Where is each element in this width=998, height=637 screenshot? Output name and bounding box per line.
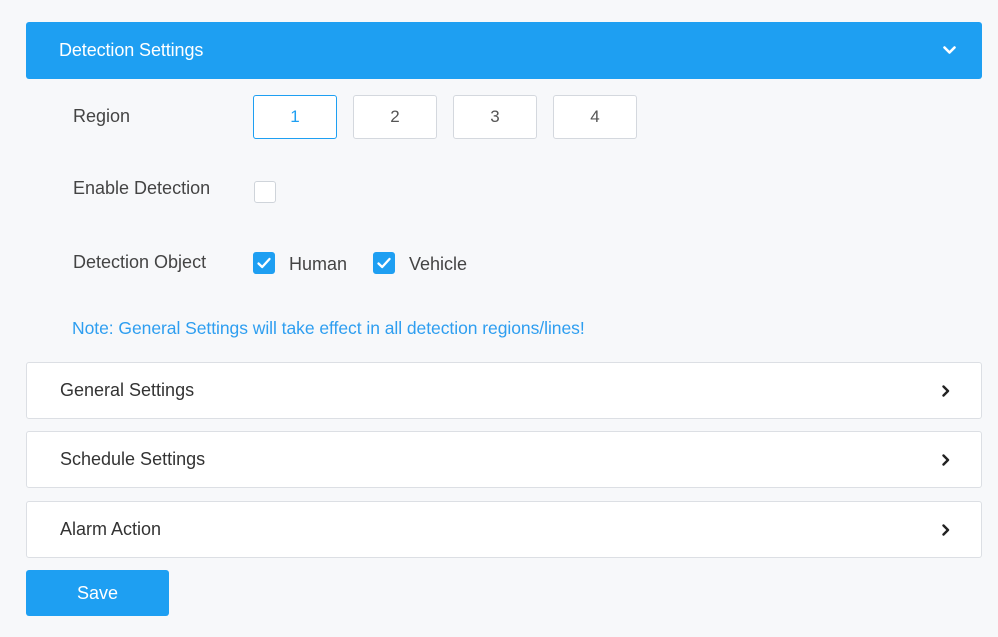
- detection-settings-title: Detection Settings: [59, 40, 204, 60]
- checkmark-icon: [377, 257, 391, 269]
- chevron-right-icon: [941, 453, 951, 467]
- region-label: Region: [73, 106, 131, 126]
- schedule-settings-header[interactable]: Schedule Settings: [26, 431, 982, 488]
- enable-detection-checkbox[interactable]: [254, 181, 276, 203]
- alarm-action-title: Alarm Action: [60, 519, 162, 539]
- vehicle-checkbox[interactable]: [373, 252, 395, 274]
- detection-object-label: Detection Object: [73, 252, 207, 272]
- general-settings-title: General Settings: [60, 380, 195, 400]
- save-button[interactable]: Save: [26, 570, 169, 616]
- region-button-2[interactable]: 2: [353, 95, 437, 139]
- vehicle-option-label: Vehicle: [409, 254, 468, 274]
- general-settings-note: Note: General Settings will take effect …: [72, 318, 585, 338]
- general-settings-header[interactable]: General Settings: [26, 362, 982, 419]
- enable-detection-label: Enable Detection: [73, 178, 211, 198]
- human-option-label: Human: [289, 254, 348, 274]
- detection-settings-header[interactable]: Detection Settings: [26, 22, 982, 79]
- human-checkbox[interactable]: [253, 252, 275, 274]
- chevron-right-icon: [941, 523, 951, 537]
- checkmark-icon: [257, 257, 271, 269]
- region-button-1[interactable]: 1: [253, 95, 337, 139]
- alarm-action-header[interactable]: Alarm Action: [26, 501, 982, 558]
- chevron-down-icon: [942, 44, 956, 58]
- chevron-right-icon: [941, 384, 951, 398]
- region-button-3[interactable]: 3: [453, 95, 537, 139]
- schedule-settings-title: Schedule Settings: [60, 449, 206, 469]
- region-button-4[interactable]: 4: [553, 95, 637, 139]
